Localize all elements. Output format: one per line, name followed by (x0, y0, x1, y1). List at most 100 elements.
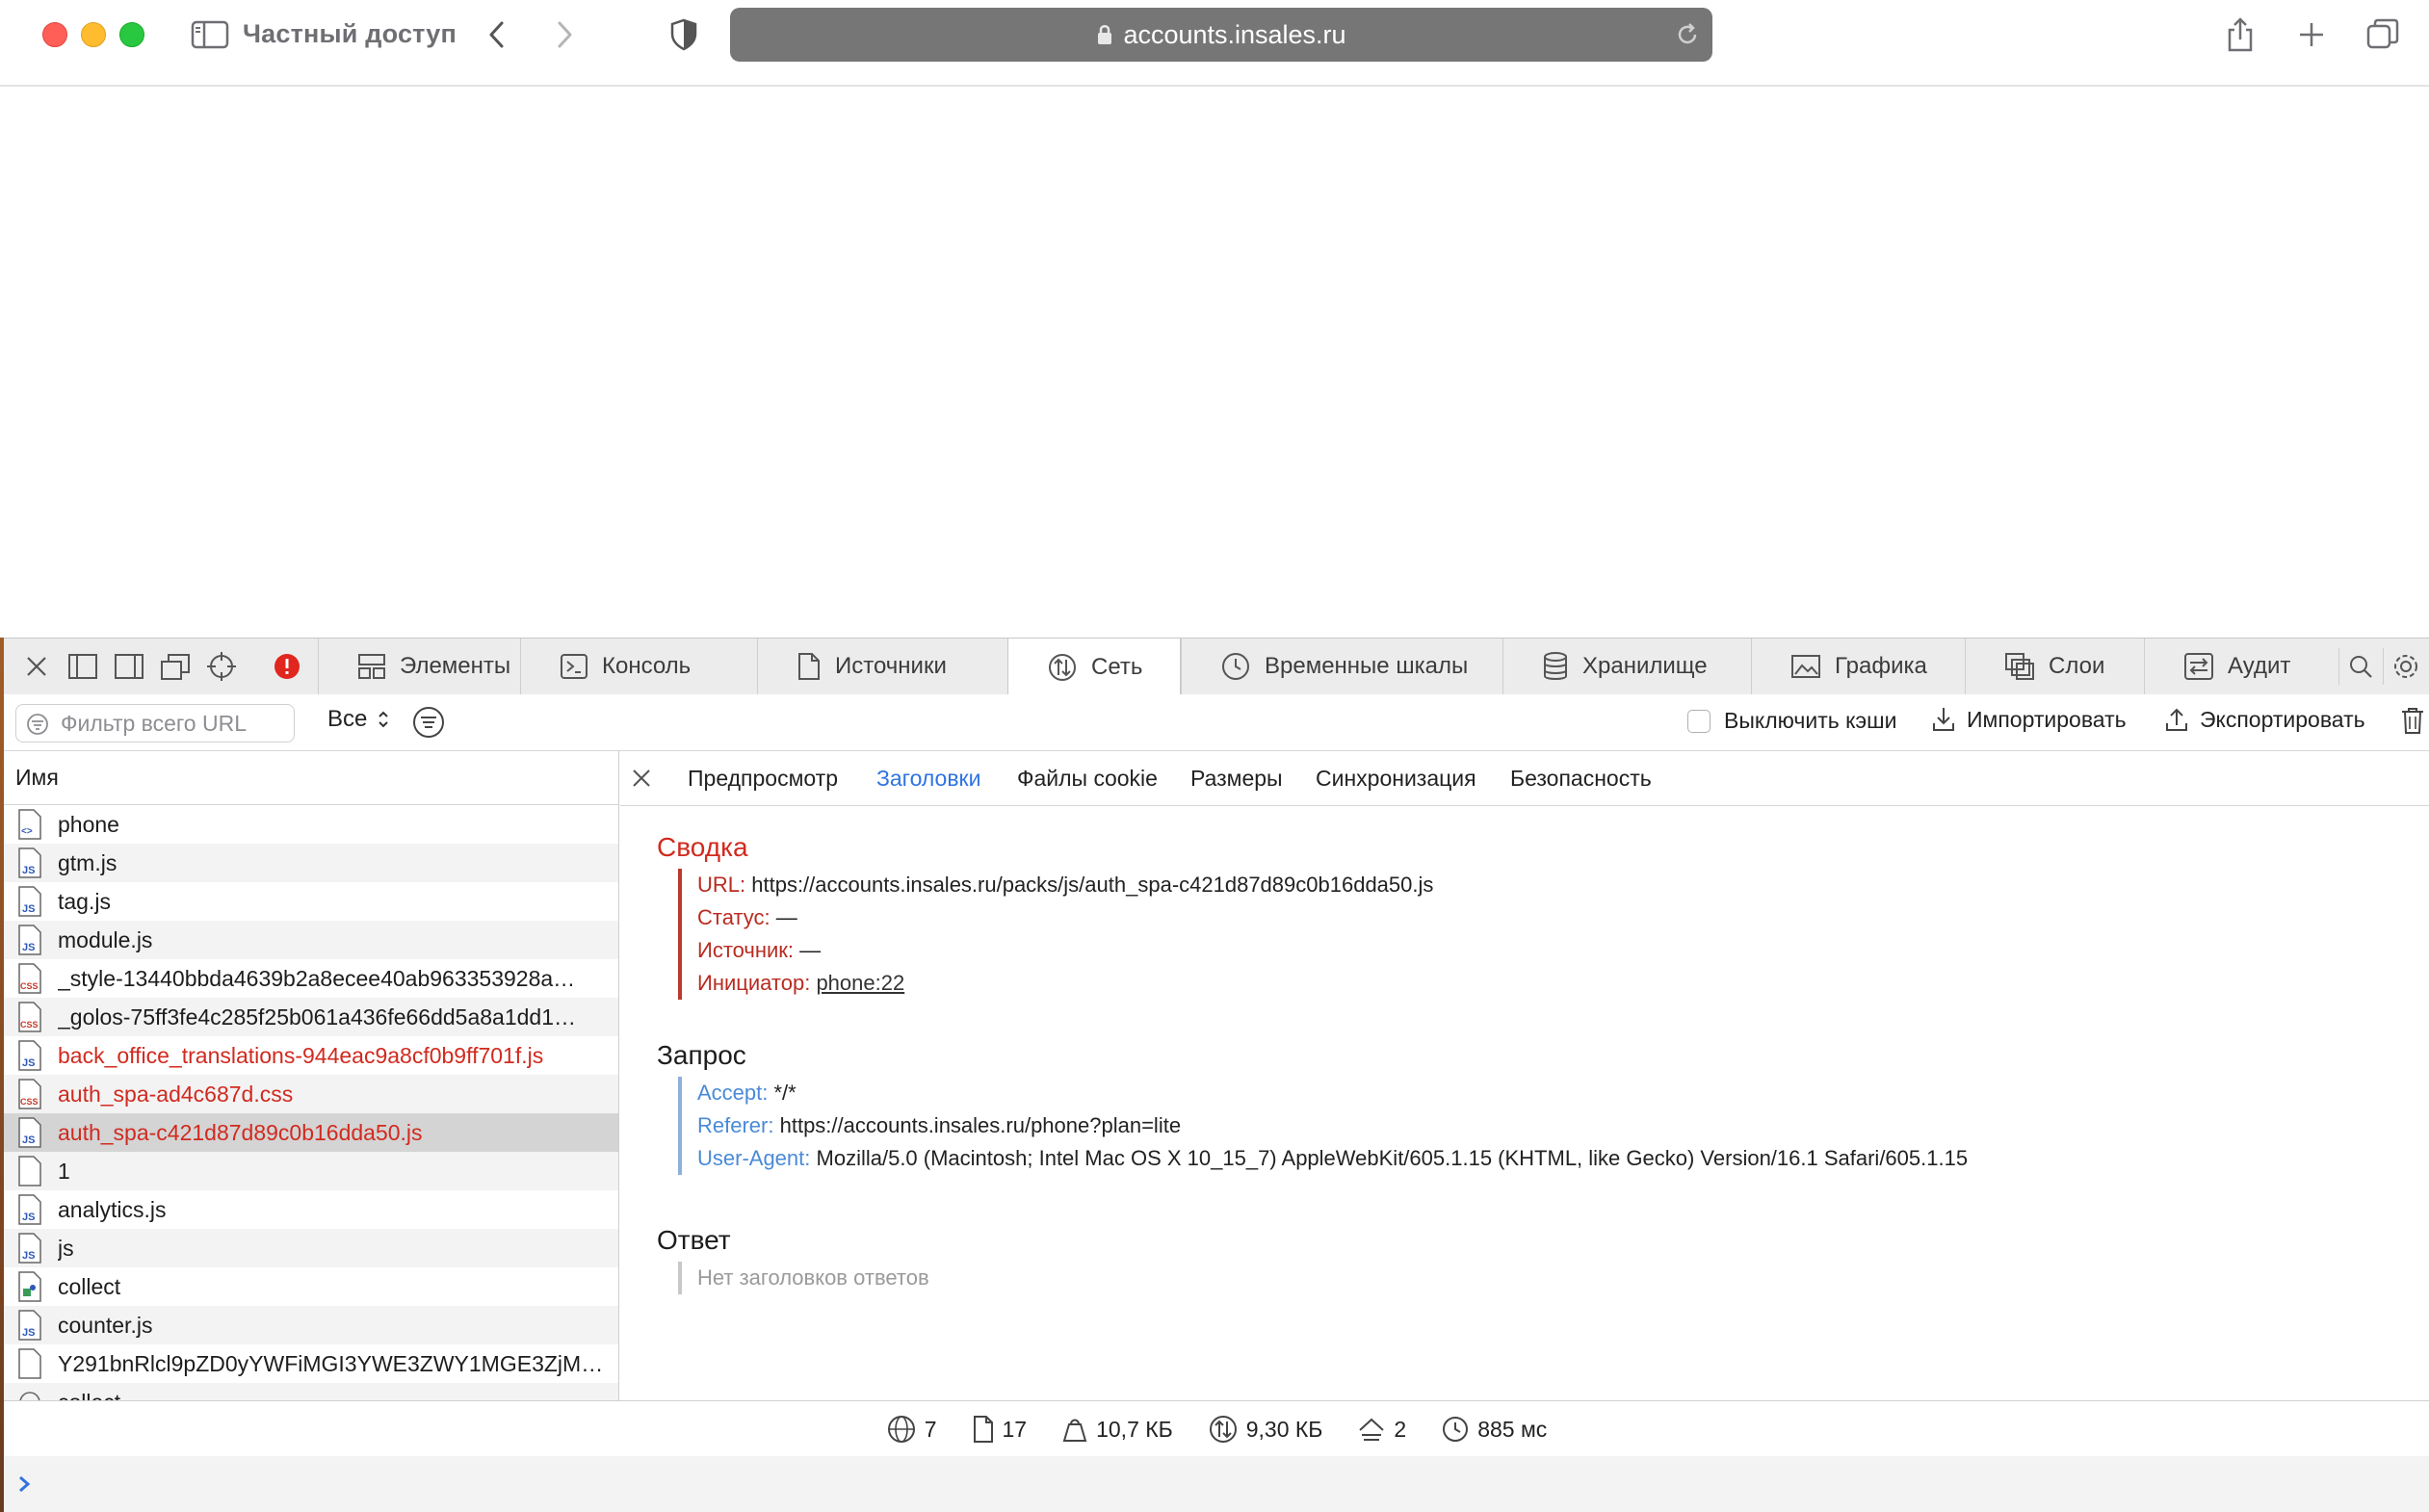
url-filter-input[interactable]: Фильтр всего URL (15, 704, 295, 743)
js-file-icon: JS (17, 1233, 42, 1264)
svg-text:CSS: CSS (20, 981, 39, 991)
detail-tab-timing[interactable]: Синхронизация (1316, 766, 1476, 792)
tab-network[interactable]: Сеть (1007, 639, 1181, 695)
url-value: https://accounts.insales.ru/packs/js/aut… (751, 873, 1434, 897)
response-title: Ответ (657, 1225, 731, 1255)
tabs-overview-icon (2366, 18, 2399, 49)
request-row[interactable]: CSS auth_spa-ad4c687d.css (4, 1075, 618, 1113)
resource-type-value: Все (327, 706, 368, 732)
plus-icon (2300, 23, 2323, 46)
summary-title: Сводка (657, 832, 748, 862)
trash-icon (2402, 708, 2423, 734)
detach-button[interactable] (156, 648, 195, 685)
request-row[interactable]: JS gtm.js (4, 844, 618, 882)
redirect-icon (1357, 1417, 1386, 1442)
tab-console[interactable]: Консоль (520, 639, 757, 694)
filter-options-button[interactable] (412, 706, 445, 743)
tab-label: Временные шкалы (1265, 653, 1469, 679)
detail-tab-sizes[interactable]: Размеры (1190, 766, 1283, 792)
clock-icon (1441, 1415, 1470, 1444)
clear-log-button[interactable] (2400, 706, 2425, 740)
request-row[interactable]: collect (4, 1267, 618, 1306)
request-details: Предпросмотр Заголовки Файлы cookie Разм… (620, 751, 2429, 1400)
close-icon (27, 657, 46, 676)
detail-tab-preview[interactable]: Предпросмотр (688, 766, 838, 792)
export-button[interactable]: Экспортировать (2165, 706, 2365, 733)
privacy-report-button[interactable] (665, 15, 703, 54)
forward-button[interactable] (545, 15, 584, 54)
tab-storage[interactable]: Хранилище (1502, 639, 1751, 694)
reload-button[interactable] (1672, 19, 1703, 50)
disable-cache-toggle[interactable]: Выключить кэши (1687, 708, 1896, 734)
close-details-button[interactable] (630, 767, 653, 795)
reload-icon (1678, 23, 1697, 44)
request-name: auth_spa-c421d87d89c0b16dda50.js (58, 1119, 423, 1145)
name-column-header[interactable]: Имя (4, 751, 618, 805)
new-tab-button[interactable] (2292, 15, 2331, 54)
settings-button[interactable] (2383, 648, 2428, 685)
tab-label: Сеть (1091, 653, 1143, 680)
dock-right-icon (115, 654, 144, 679)
address-bar[interactable]: accounts.insales.ru (730, 8, 1712, 62)
search-button[interactable] (2338, 648, 2382, 685)
detail-tab-security[interactable]: Безопасность (1510, 766, 1652, 792)
network-icon (1047, 652, 1078, 683)
tab-elements[interactable]: Элементы (318, 639, 520, 694)
summary-block: URL: https://accounts.insales.ru/packs/j… (678, 869, 1433, 1000)
tab-graphics[interactable]: Графика (1751, 639, 1965, 694)
dock-right-button[interactable] (110, 648, 148, 685)
request-headers-block: Accept: */* Referer: https://accounts.in… (678, 1077, 1968, 1175)
detail-tab-headers[interactable]: Заголовки (876, 766, 980, 792)
zoom-window-button[interactable] (119, 22, 144, 47)
request-name: tag.js (58, 888, 111, 914)
js-file-icon: JS (17, 886, 42, 917)
request-name: analytics.js (58, 1196, 167, 1222)
request-row[interactable]: JS back_office_translations-944eac9a8cf0b… (4, 1036, 618, 1075)
svg-text:JS: JS (22, 903, 35, 915)
disable-cache-checkbox[interactable] (1687, 709, 1711, 733)
minimize-window-button[interactable] (81, 22, 106, 47)
request-row[interactable]: JS auth_spa-c421d87d89c0b16dda50.js (4, 1113, 618, 1152)
request-name: 1 (58, 1158, 70, 1184)
request-row[interactable]: JS analytics.js (4, 1190, 618, 1229)
tab-label: Консоль (602, 653, 692, 679)
tab-timelines[interactable]: Временные шкалы (1181, 639, 1502, 694)
css-file-icon: CSS (17, 1002, 42, 1032)
request-name: js (58, 1235, 74, 1261)
element-picker-button[interactable] (202, 648, 241, 685)
chevron-left-icon (489, 21, 504, 48)
other-file-icon (17, 1387, 42, 1400)
request-row[interactable]: JS tag.js (4, 882, 618, 921)
svg-text:JS: JS (22, 1057, 35, 1069)
request-row[interactable]: CSS _golos-75ff3fe4c285f25b061a436fe66dd5… (4, 998, 618, 1036)
request-row[interactable]: collect (4, 1383, 618, 1400)
web-page-content[interactable] (0, 87, 2429, 638)
close-inspector-button[interactable] (17, 648, 56, 685)
import-button[interactable]: Импортировать (1932, 706, 2127, 733)
request-row[interactable]: Y291bnRlcl9pZD0yYWFiMGI3YWE3ZWY1MGE3ZjMy… (4, 1344, 618, 1383)
tab-audit[interactable]: Аудит (2144, 639, 2333, 694)
request-row[interactable]: JS js (4, 1229, 618, 1267)
request-row[interactable]: JS module.js (4, 921, 618, 959)
request-row[interactable]: <> phone (4, 805, 618, 844)
doc-file-icon (17, 1348, 42, 1379)
tab-sources[interactable]: Источники (757, 639, 1007, 694)
initiator-link[interactable]: phone:22 (816, 971, 904, 995)
request-row[interactable]: CSS _style-13440bbda4639b2a8ecee40ab96335… (4, 959, 618, 998)
close-window-button[interactable] (42, 22, 67, 47)
tab-overview-button[interactable] (2362, 15, 2404, 54)
error-indicator[interactable] (268, 648, 306, 685)
network-icon (1208, 1414, 1239, 1445)
request-row[interactable]: JS counter.js (4, 1306, 618, 1344)
sidebar-toggle-button[interactable] (189, 15, 231, 54)
tab-layers[interactable]: Слои (1965, 639, 2144, 694)
back-button[interactable] (478, 15, 516, 54)
console-prompt[interactable] (4, 1456, 2429, 1512)
document-icon (972, 1415, 995, 1444)
detail-tab-cookies[interactable]: Файлы cookie (1017, 766, 1158, 792)
dock-bottom-button[interactable] (64, 648, 102, 685)
share-button[interactable] (2221, 15, 2259, 54)
initiator-key: Инициатор: (697, 971, 811, 995)
request-row[interactable]: 1 (4, 1152, 618, 1190)
resource-type-select[interactable]: Все (327, 706, 390, 733)
